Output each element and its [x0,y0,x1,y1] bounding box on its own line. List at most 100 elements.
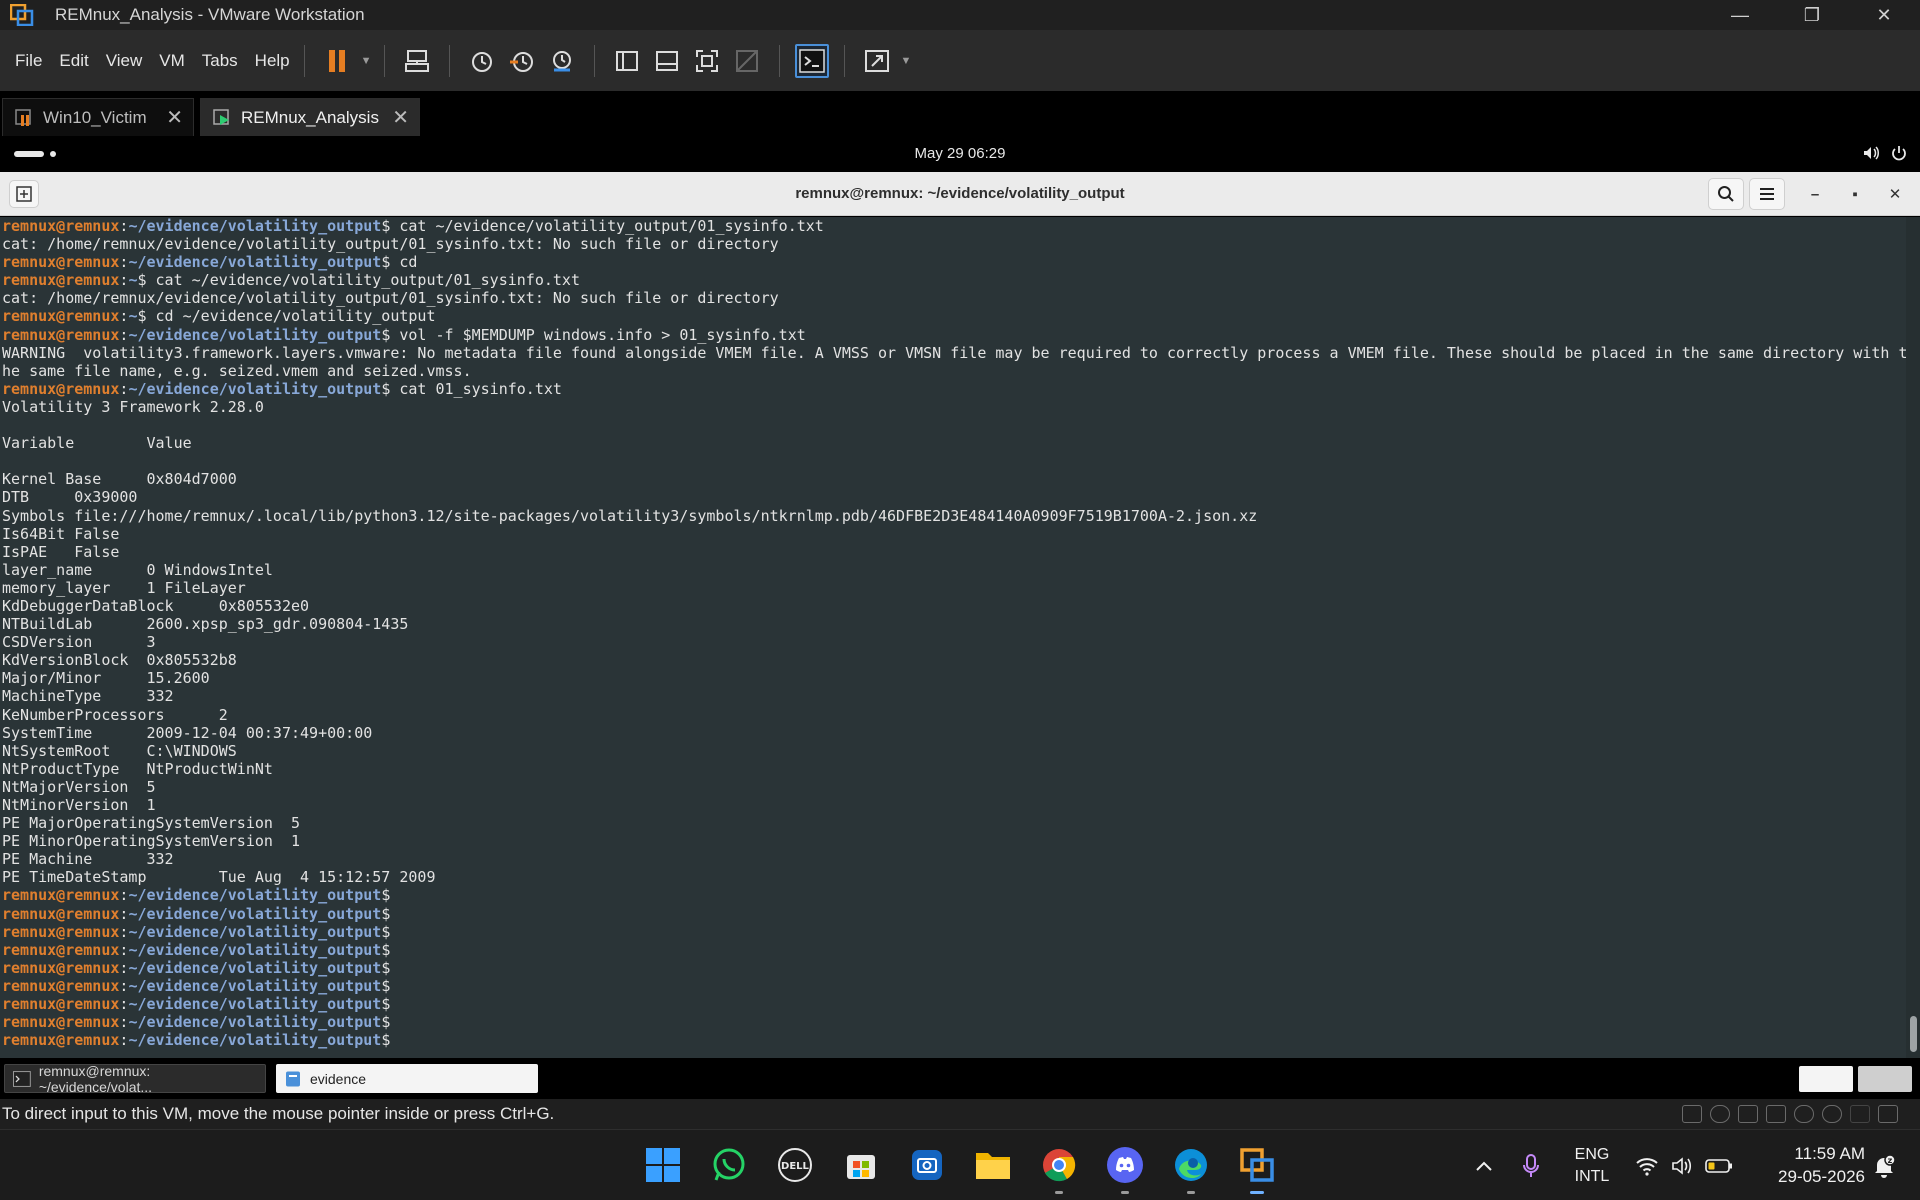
full-screen-button[interactable] [690,44,724,78]
message-log-icon[interactable] [1878,1105,1898,1123]
sound-card-icon[interactable] [1794,1105,1814,1123]
show-thumbnail-bar-button[interactable] [650,44,684,78]
workspace-2[interactable] [1858,1066,1912,1092]
terminal-line: IsPAE False [2,543,1902,561]
line-text: NtProductType NtProductWinNt [2,759,273,778]
menu-tabs[interactable]: Tabs [202,51,238,71]
taskbar-store[interactable] [838,1142,884,1188]
quick-settings-button[interactable] [1635,1130,1733,1200]
taskbar-dell[interactable]: DELL [772,1142,818,1188]
menu-vm[interactable]: VM [159,51,185,71]
restore-button[interactable]: ❐ [1776,0,1848,30]
chevron-down-icon[interactable]: ▼ [901,55,912,67]
usb-controller-icon[interactable] [1766,1105,1786,1123]
language-code: ENG [1574,1146,1610,1163]
guest-clock[interactable]: May 29 06:29 [0,145,1920,162]
terminal-scrollbar[interactable] [1906,217,1920,1058]
start-button[interactable] [640,1142,686,1188]
unity-button[interactable] [730,44,764,78]
taskbar-whatsapp[interactable] [706,1142,752,1188]
menu-help[interactable]: Help [255,51,290,71]
line-text: MachineType 332 [2,687,174,706]
show-hidden-icons-button[interactable] [1475,1130,1493,1200]
taskbar-file-explorer[interactable] [970,1142,1016,1188]
menu-edit[interactable]: Edit [59,51,88,71]
revert-snapshot-button[interactable] [505,44,539,78]
terminal-maximize-button[interactable]: ▪ [1843,182,1867,206]
line-text: $ [381,1031,391,1050]
prompt-user: remnux@remnux [2,307,120,326]
guest-window-list: remnux@remnux: ~/evidence/volat... evide… [0,1058,1920,1099]
taskbar-edge[interactable] [1168,1142,1214,1194]
menu-view[interactable]: View [106,51,143,71]
tab-label: Win10_Victim [43,107,147,127]
hard-disk-icon[interactable] [1682,1105,1702,1123]
terminal-minimize-button[interactable]: – [1803,182,1827,206]
input-language-indicator[interactable]: ENG INTL [1570,1144,1614,1188]
microphone-status[interactable] [1523,1130,1539,1200]
line-text: $ [381,958,391,977]
chevron-down-icon[interactable]: ▼ [361,55,372,67]
terminal-output[interactable]: remnux@remnux:~/evidence/volatility_outp… [0,217,1920,1058]
system-clock[interactable]: 11:59 AM 29-05-2026 [1755,1142,1865,1188]
prompt-path: ~/evidence/volatility_output [128,379,382,398]
fullscreen-icon [695,49,718,72]
terminal-line: PE Machine 332 [2,850,1902,868]
send-ctrl-alt-del-button[interactable] [400,44,434,78]
take-snapshot-button[interactable] [465,44,499,78]
show-library-button[interactable] [610,44,644,78]
prompt-path: ~/evidence/volatility_output [128,940,382,959]
prompt-user: remnux@remnux [2,904,120,923]
window-list-item-terminal[interactable]: remnux@remnux: ~/evidence/volat... [4,1063,266,1095]
menu-file[interactable]: File [15,51,42,71]
taskbar-vmware[interactable] [1234,1142,1280,1194]
close-button[interactable]: ✕ [1848,0,1920,30]
terminal-menu-button[interactable] [1749,178,1785,210]
speaker-icon [1672,1156,1692,1175]
running-indicator [1250,1191,1264,1194]
task-label: evidence [310,1070,367,1087]
line-text: Is64Bit False [2,524,120,543]
toolbar-separator [843,44,845,77]
toolbar-separator [303,44,305,77]
terminal-line: cat: /home/remnux/evidence/volatility_ou… [2,289,1902,307]
power-icon[interactable] [1890,144,1908,162]
toolbar-separator [778,44,780,77]
terminal-search-button[interactable] [1708,178,1744,210]
prompt-path: ~/evidence/volatility_output [128,995,382,1014]
clock-date: 29-05-2026 [1778,1167,1865,1186]
minimize-button[interactable]: — [1704,0,1776,30]
close-icon[interactable]: ✕ [166,105,183,130]
taskbar-discord[interactable] [1102,1142,1148,1194]
discord-icon [1107,1147,1143,1183]
terminal-line: remnux@remnux:~/evidence/volatility_outp… [2,325,806,344]
volume-icon[interactable] [1862,144,1880,162]
cd-drive-icon[interactable] [1710,1105,1730,1123]
workspace-1[interactable] [1799,1066,1853,1092]
taskbar-chrome[interactable] [1036,1142,1082,1194]
terminal-close-button[interactable]: ✕ [1883,182,1907,206]
scrollbar-thumb[interactable] [1910,1016,1917,1052]
taskbar-snipping[interactable] [904,1142,950,1188]
close-icon[interactable]: ✕ [392,105,409,130]
dell-icon: DELL [778,1148,812,1182]
network-adapter-icon[interactable] [1738,1105,1758,1123]
line-text: cat: /home/remnux/evidence/volatility_ou… [2,289,779,308]
snapshot-manager-button[interactable] [545,44,579,78]
line-text: NTBuildLab 2600.xpsp_sp3_gdr.090804-1435 [2,615,409,634]
window-list-item-evidence[interactable]: evidence [276,1064,538,1093]
tab-remnux-analysis[interactable]: REMnux_Analysis ✕ [200,98,420,136]
prompt-path: ~/evidence/volatility_output [128,922,382,941]
stretch-guest-button[interactable] [860,44,894,78]
toolbar-separator [448,44,450,77]
vmware-workstation-icon [1240,1148,1274,1182]
tab-win10-victim[interactable]: Win10_Victim ✕ [2,98,194,136]
console-view-button[interactable] [794,43,829,78]
terminal-line: PE MinorOperatingSystemVersion 1 [2,832,1902,850]
line-text: $ cd ~/evidence/volatility_output [137,307,436,326]
terminal-line: memory_layer 1 FileLayer [2,579,1902,597]
display-icon[interactable] [1850,1105,1870,1123]
usb-device-icon[interactable] [1822,1105,1842,1123]
pause-button[interactable] [320,44,354,78]
notification-center-button[interactable]: z [1872,1130,1896,1200]
